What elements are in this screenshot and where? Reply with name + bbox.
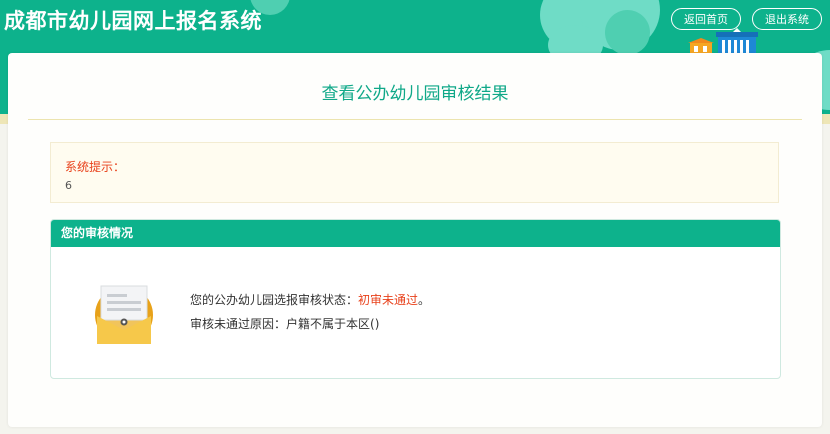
status-value: 初审未通过 [358, 293, 419, 307]
page-title: 查看公办幼儿园审核结果 [321, 84, 509, 104]
site-title: 成都市幼儿园网上报名系统 [4, 9, 262, 33]
reason-value: 户籍不属于本区() [286, 317, 380, 331]
envelope-document-icon [95, 285, 153, 344]
status-label: 您的公办幼儿园选报审核状态： [190, 293, 359, 307]
building-icon [716, 28, 758, 56]
cloud-decoration [605, 10, 650, 55]
notice-label: 系统提示： [65, 160, 126, 174]
review-status-line: 您的公办幼儿园选报审核状态：初审未通过。 [190, 291, 430, 308]
review-panel-heading: 您的审核情况 [51, 220, 780, 247]
review-panel: 您的审核情况 您的公办幼儿园选报审核状态：初审未通过。 审核未通过原因：户籍不属… [50, 219, 781, 379]
reason-label: 审核未通过原因： [190, 317, 287, 331]
content-card: 查看公办幼儿园审核结果 系统提示： 6 您的审核情况 您的公办幼儿园选报审核状态… [8, 53, 822, 427]
review-reason-line: 审核未通过原因：户籍不属于本区() [190, 315, 379, 332]
system-notice: 系统提示： 6 [50, 142, 779, 203]
notice-value: 6 [65, 179, 72, 192]
title-divider [28, 119, 802, 120]
exit-button[interactable]: 退出系统 [752, 8, 822, 30]
home-button[interactable]: 返回首页 [671, 8, 741, 30]
status-suffix: 。 [418, 293, 431, 307]
